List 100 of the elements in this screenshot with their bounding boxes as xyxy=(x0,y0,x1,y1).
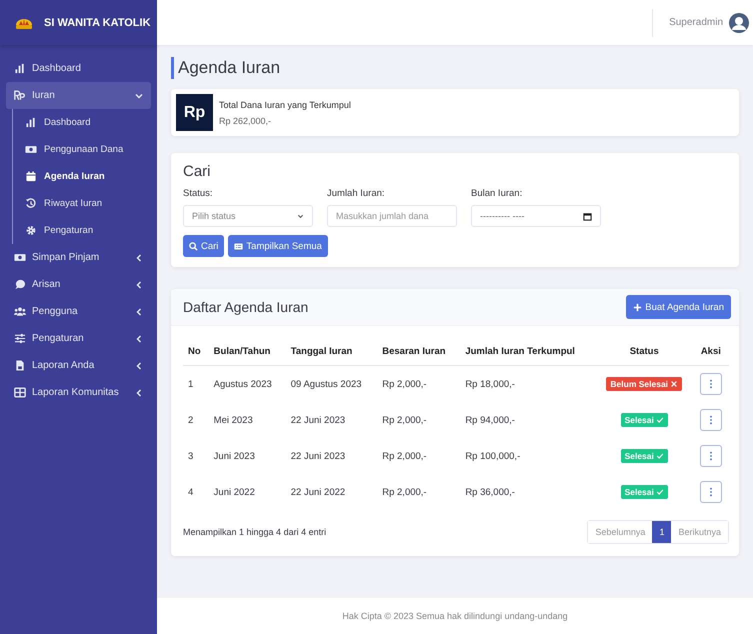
actions-button[interactable] xyxy=(700,373,722,395)
check-icon xyxy=(656,452,664,460)
more-icon xyxy=(708,379,713,389)
table-icon xyxy=(14,387,26,398)
chat-icon xyxy=(14,279,26,290)
table-cell: Rp 100,000,- xyxy=(465,450,520,462)
users-icon xyxy=(14,306,26,317)
table-title: Daftar Agenda Iuran xyxy=(183,299,308,315)
field-label: Bulan Iuran: xyxy=(471,188,524,199)
chevron-icon xyxy=(135,388,143,396)
table-cell: Rp 2,000,- xyxy=(382,486,427,498)
sidebar-item[interactable]: Laporan Komunitas xyxy=(6,379,151,406)
sidebar-item[interactable]: Simpan Pinjam xyxy=(6,244,151,271)
column-header: Status xyxy=(630,346,659,357)
month-field[interactable]: ---------- ---- xyxy=(471,205,601,227)
chevron-down-icon xyxy=(297,212,304,220)
sidebar-item[interactable]: Iuran xyxy=(6,82,151,109)
status-badge: Selesai xyxy=(620,449,668,463)
amount-field[interactable]: Masukkan jumlah dana xyxy=(327,205,457,227)
table-cell: Rp 2,000,- xyxy=(382,414,427,426)
actions-button[interactable] xyxy=(700,409,722,431)
column-header: Jumlah Iuran Terkumpul xyxy=(465,346,575,357)
status-badge: Selesai xyxy=(620,413,668,427)
sidebar-subitem[interactable]: Riwayat Iuran xyxy=(23,190,151,217)
bar-chart-icon xyxy=(14,63,26,74)
status-badge: Selesai xyxy=(620,485,668,499)
check-icon xyxy=(656,488,664,496)
close-icon xyxy=(670,380,678,388)
sidebar-subitem[interactable]: Penggunaan Dana xyxy=(23,136,151,163)
page-title: Agenda Iuran xyxy=(171,57,739,79)
chevron-icon xyxy=(135,334,143,342)
show-all-button[interactable]: Tampilkan Semua xyxy=(228,235,328,257)
table-cell: 22 Juni 2022 xyxy=(290,486,346,498)
rupiah-badge: Rp xyxy=(176,94,213,131)
table-cell: 22 Juni 2023 xyxy=(290,414,346,426)
sliders-icon xyxy=(14,333,26,344)
check-icon xyxy=(656,416,664,424)
add-button[interactable]: Buat Agenda Iuran xyxy=(626,295,731,319)
table-cell: 1 xyxy=(188,378,194,390)
search-button[interactable]: Cari xyxy=(183,235,224,257)
field-label: Jumlah Iuran: xyxy=(327,188,386,199)
sidebar-item[interactable]: Arisan xyxy=(6,271,151,298)
table-cell: Rp 2,000,- xyxy=(382,450,427,462)
search-title: Cari xyxy=(183,163,212,180)
avatar-icon[interactable] xyxy=(729,12,749,32)
sidebar-item[interactable]: Laporan Anda xyxy=(6,352,151,379)
more-icon xyxy=(708,487,713,497)
chevron-icon xyxy=(135,280,143,288)
sidebar-subitem[interactable]: Pengaturan xyxy=(23,217,151,244)
table-cell: Rp 18,000,- xyxy=(465,378,515,390)
app-title: SI WANITA KATOLIK xyxy=(44,16,151,28)
rupiah-icon xyxy=(14,90,26,101)
search-icon xyxy=(189,242,198,250)
plus-icon xyxy=(633,302,642,312)
more-icon xyxy=(708,451,713,461)
sidebar-subitem[interactable]: Agenda Iuran xyxy=(23,163,151,190)
sidebar-item[interactable]: Pengguna xyxy=(6,298,151,325)
list-icon xyxy=(234,242,244,250)
history-icon xyxy=(25,198,37,209)
money-icon xyxy=(14,252,26,263)
bar-chart-icon xyxy=(25,117,37,128)
column-header: Aksi xyxy=(700,346,721,357)
table-cell: Juni 2022 xyxy=(214,486,255,498)
chevron-icon xyxy=(135,92,143,100)
user-name[interactable]: Superadmin xyxy=(669,17,723,28)
table-cell: Agustus 2023 xyxy=(214,378,272,390)
table-cell: Rp 2,000,- xyxy=(382,378,427,390)
calendar-icon xyxy=(25,171,37,182)
gear-icon xyxy=(25,225,37,236)
actions-button[interactable] xyxy=(700,481,722,503)
summary-label: Total Dana Iuran yang Terkumpul xyxy=(219,100,351,110)
table-cell: Rp 36,000,- xyxy=(465,486,515,498)
money-icon xyxy=(25,144,37,155)
column-header: No xyxy=(188,346,201,357)
chevron-icon xyxy=(135,308,143,316)
copyright-text: Hak Cipta © 2023 Semua hak dilindungi undang-undang xyxy=(342,611,568,621)
status-badge: Belum Selesai xyxy=(606,377,682,391)
calendar-icon xyxy=(583,212,592,220)
column-header: Bulan/Tahun xyxy=(214,346,270,357)
table-cell: 09 Agustus 2023 xyxy=(290,378,362,390)
table-cell: Juni 2023 xyxy=(214,450,255,462)
table-cell: 3 xyxy=(188,450,194,462)
summary-value: Rp 262,000,- xyxy=(219,116,272,126)
sidebar-item[interactable]: Dashboard xyxy=(6,55,151,82)
field-label: Status: xyxy=(183,188,214,199)
table-cell: 4 xyxy=(188,486,194,498)
sidebar-subitem[interactable]: Dashboard xyxy=(23,109,151,136)
column-header: Tanggal Iuran xyxy=(290,346,352,357)
table-cell: Rp 94,000,- xyxy=(465,414,515,426)
more-icon xyxy=(708,415,713,425)
status-select[interactable]: Pilih status xyxy=(183,205,313,227)
actions-button[interactable] xyxy=(700,445,722,467)
column-header: Besaran Iuran xyxy=(382,346,446,357)
sidebar-item[interactable]: Pengaturan xyxy=(6,325,151,352)
table-cell: 22 Juni 2023 xyxy=(290,450,346,462)
table-cell: 2 xyxy=(188,414,194,426)
entries-info: Menampilkan 1 hingga 4 dari 4 entri xyxy=(183,527,326,537)
chevron-icon xyxy=(135,254,143,262)
chevron-icon xyxy=(135,362,143,370)
pagination-button[interactable]: 1 xyxy=(652,521,672,543)
